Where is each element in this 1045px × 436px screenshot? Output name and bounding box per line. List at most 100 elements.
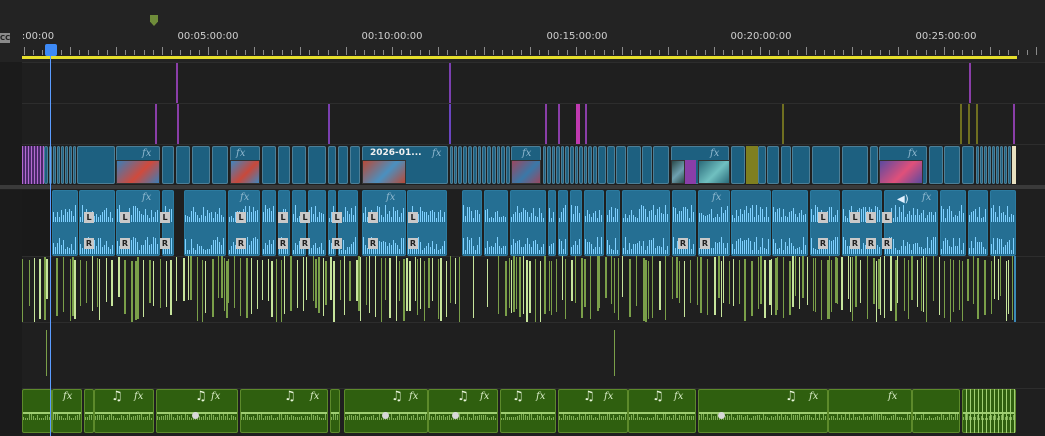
audio-clip-segment[interactable] — [652, 256, 653, 318]
audio-clip-segment[interactable] — [679, 261, 680, 303]
audio-clip-segment[interactable] — [428, 258, 430, 308]
volume-line[interactable] — [429, 412, 497, 414]
video-clip[interactable] — [487, 146, 491, 184]
music-clip[interactable] — [828, 389, 912, 433]
audio-clip-segment[interactable] — [939, 257, 940, 315]
video-clip[interactable] — [781, 146, 791, 184]
audio-clip-segment[interactable] — [124, 260, 126, 314]
audio-clip-segment[interactable] — [848, 256, 849, 299]
fx-badge[interactable]: fx — [674, 391, 683, 402]
track-header-a1[interactable] — [0, 190, 22, 256]
video-clip[interactable] — [642, 146, 652, 184]
audio-clip-segment[interactable] — [837, 258, 838, 304]
audio-clip-segment[interactable] — [690, 260, 691, 303]
audio-clip-segment[interactable] — [509, 258, 510, 308]
video-clip[interactable] — [492, 146, 496, 184]
audio-clip-segment[interactable] — [860, 260, 861, 303]
audio-clip-segment[interactable] — [218, 256, 219, 298]
audio-clip[interactable] — [842, 190, 882, 256]
audio-clip-segment[interactable] — [487, 259, 488, 307]
audio-clip-segment[interactable] — [551, 261, 552, 315]
video-clip[interactable] — [292, 146, 306, 184]
audio-clip-segment[interactable] — [197, 257, 198, 321]
audio-clip-segment[interactable] — [1000, 256, 1001, 296]
fx-badge[interactable]: fx — [432, 148, 441, 159]
audio-clip-segment[interactable] — [349, 261, 351, 301]
video-clip-purple[interactable] — [684, 160, 696, 184]
video-clip[interactable] — [44, 146, 48, 184]
audio-clip-segment[interactable] — [473, 256, 474, 318]
audio-clip-segment[interactable] — [516, 257, 517, 309]
audio-clip-segment[interactable] — [923, 256, 924, 312]
video-clip[interactable] — [575, 146, 578, 184]
audio-clip-segment[interactable] — [665, 256, 666, 320]
video-clip[interactable] — [598, 146, 606, 184]
volume-line[interactable] — [85, 412, 93, 414]
audio-clip-segment[interactable] — [908, 260, 909, 319]
audio-clip-segment[interactable] — [403, 259, 405, 321]
audio-clip-segment[interactable] — [375, 256, 376, 317]
audio-clip-segment[interactable] — [714, 257, 716, 315]
audio-clip-segment[interactable] — [340, 260, 341, 300]
video-clip[interactable] — [212, 146, 228, 184]
audio-clip-segment[interactable] — [659, 261, 661, 310]
video-clip[interactable] — [565, 146, 569, 184]
audio-clip-segment[interactable] — [170, 260, 172, 315]
video-clip[interactable] — [579, 146, 583, 184]
video-clip[interactable] — [570, 146, 574, 184]
audio-clip-segment[interactable] — [758, 257, 759, 309]
video-clip[interactable] — [556, 146, 560, 184]
video-clip[interactable] — [758, 146, 766, 184]
audio-clip-segment[interactable] — [160, 259, 161, 308]
audio-clip-segment[interactable] — [39, 259, 41, 319]
audio-clip-segment[interactable] — [366, 257, 367, 305]
audio-clip-segment[interactable] — [406, 258, 408, 311]
audio-clip-segment[interactable] — [813, 258, 814, 311]
audio-clip-segment[interactable] — [106, 258, 107, 302]
audio-clip-segment[interactable] — [498, 256, 499, 314]
audio-clip-segment[interactable] — [290, 256, 292, 311]
audio-clip-segment[interactable] — [873, 258, 875, 304]
fx-badge[interactable]: fx — [386, 192, 395, 203]
audio-clip-segment[interactable] — [733, 259, 734, 306]
audio-clip-segment[interactable] — [789, 261, 791, 315]
audio-clip-segment[interactable] — [409, 261, 411, 311]
track-header-a2[interactable] — [0, 256, 22, 322]
video-audio-divider[interactable] — [0, 185, 1045, 189]
audio-clip-segment[interactable] — [1008, 260, 1009, 314]
audio-clip-segment[interactable] — [257, 260, 258, 309]
audio-clip-segment[interactable] — [417, 259, 418, 315]
video-clip[interactable] — [65, 146, 68, 184]
audio-clip-segment[interactable] — [917, 260, 918, 307]
audio-clip-segment[interactable] — [325, 261, 327, 305]
keyframe-handle[interactable] — [382, 412, 389, 419]
audio-clip[interactable] — [308, 190, 326, 256]
fx-badge[interactable]: fx — [409, 391, 418, 402]
audio-clip-segment[interactable] — [86, 261, 87, 303]
audio-clip-segment[interactable] — [228, 259, 229, 303]
fx-badge[interactable]: fx — [142, 148, 151, 159]
audio-clip-segment[interactable] — [777, 257, 778, 310]
audio-clip-segment[interactable] — [959, 260, 960, 310]
video-clip[interactable] — [468, 146, 472, 184]
audio-clip-segment[interactable] — [841, 257, 843, 310]
video-clip[interactable] — [77, 146, 115, 184]
audio-clip-segment[interactable] — [70, 259, 71, 321]
fx-badge[interactable]: fx — [142, 192, 151, 203]
audio-clip-segment[interactable] — [381, 258, 382, 322]
audio-clip-segment[interactable] — [590, 256, 591, 319]
volume-line[interactable] — [23, 412, 51, 414]
audio-clip-segment[interactable] — [815, 258, 816, 312]
music-clip[interactable] — [500, 389, 556, 433]
audio-clip-segment[interactable] — [330, 257, 332, 300]
video-clip[interactable] — [454, 146, 457, 184]
video-clip[interactable] — [944, 146, 960, 184]
video-clip[interactable] — [976, 146, 979, 184]
audio-clip-segment[interactable] — [519, 257, 521, 317]
video-clip[interactable] — [992, 146, 995, 184]
video-clip[interactable] — [561, 146, 564, 184]
speaker-icon[interactable]: ◀) — [897, 194, 909, 205]
audio-clip-segment[interactable] — [1012, 256, 1013, 320]
audio-clip-segment[interactable] — [303, 257, 304, 311]
audio-clip-segment[interactable] — [729, 261, 730, 304]
